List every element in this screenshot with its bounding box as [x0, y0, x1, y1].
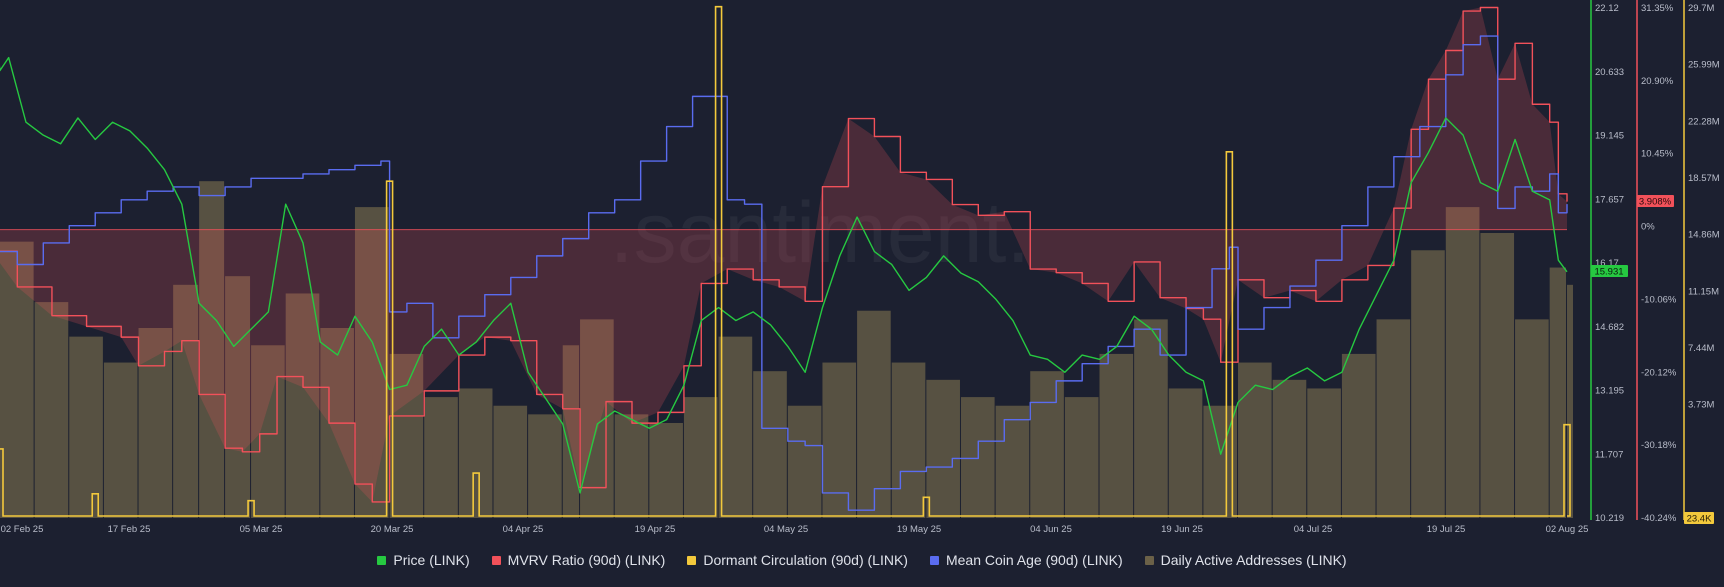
- daa-bar: [528, 414, 562, 518]
- volume-axis-tick-label: 11.15M: [1688, 286, 1719, 297]
- x-tick-label: 04 Jun 25: [1030, 524, 1072, 535]
- x-tick-label: 02 Aug 25: [1546, 524, 1589, 535]
- legend-label-price: Price (LINK): [393, 552, 470, 568]
- legend-item-price[interactable]: Price (LINK): [377, 552, 470, 568]
- legend-item-daa[interactable]: Daily Active Addresses (LINK): [1144, 552, 1347, 568]
- mvrv-axis-tick-label: -40.24%: [1641, 513, 1677, 524]
- legend-label-dormant: Dormant Circulation (90d) (LINK): [703, 552, 908, 568]
- chart: .santiment. 22.12 20.633 19.145 17.657 16.17…: [0, 0, 1724, 582]
- daa-bar: [891, 362, 926, 518]
- legend-label-daa: Daily Active Addresses (LINK): [1160, 552, 1347, 568]
- daa-bar: [1376, 319, 1411, 518]
- volume-axis-tick-label: 29.7M: [1688, 3, 1714, 14]
- x-tick-label: 17 Feb 25: [108, 524, 151, 535]
- daa-bar: [995, 405, 1030, 518]
- daa-bar: [1168, 388, 1203, 518]
- volume-axis-tick-label: 22.28M: [1688, 116, 1720, 127]
- dormant-badge: 23.4K: [1687, 514, 1712, 525]
- price-axis-tick-label: 19.145: [1595, 131, 1624, 142]
- legend-item-coin-age[interactable]: Mean Coin Age (90d) (LINK): [929, 552, 1123, 568]
- daa-bar: [1341, 353, 1376, 518]
- volume-axis-tick-label: 3.73M: [1688, 400, 1714, 411]
- daa-bar: [822, 362, 857, 518]
- x-tick-label: 04 Apr 25: [503, 524, 544, 535]
- daa-bar: [34, 302, 69, 518]
- daa-bar: [1064, 397, 1099, 518]
- daa-bar: [1411, 250, 1445, 519]
- price-badge: 15.931: [1594, 267, 1623, 278]
- daa-bar: [718, 336, 753, 518]
- legend-swatch-price: [377, 555, 387, 565]
- mvrv-axis-tick-label: -30.18%: [1641, 440, 1677, 451]
- legend-item-mvrv[interactable]: MVRV Ratio (90d) (LINK): [491, 552, 666, 568]
- mvrv-axis-tick-label: 10.45%: [1641, 149, 1674, 160]
- daa-bar: [857, 310, 891, 518]
- daa-bar: [1480, 233, 1515, 518]
- x-tick-label: 19 Jul 25: [1427, 524, 1466, 535]
- x-tick-label: 19 Jun 25: [1161, 524, 1203, 535]
- price-axis-tick-label: 22.12: [1595, 3, 1619, 14]
- x-tick-label: 05 Mar 25: [240, 524, 283, 535]
- legend-swatch-coin-age: [929, 555, 939, 565]
- x-tick-label: 04 May 25: [764, 524, 808, 535]
- legend-swatch-daa: [1144, 555, 1154, 565]
- daa-bar: [458, 388, 493, 518]
- volume-axis-tick-label: 18.57M: [1688, 173, 1720, 184]
- daa-bar: [1515, 319, 1549, 518]
- daa-bar: [649, 423, 683, 518]
- daa-bar: [103, 362, 138, 518]
- price-axis-tick-label: 13.195: [1595, 386, 1624, 397]
- volume-axis-tick-label: 14.86M: [1688, 230, 1720, 241]
- daa-bar: [1030, 371, 1064, 518]
- daa-bar: [493, 405, 528, 518]
- price-axis-tick-label: 20.633: [1595, 67, 1624, 78]
- legend-swatch-mvrv: [491, 555, 501, 565]
- mvrv-axis-tick-label: 0%: [1641, 222, 1655, 233]
- x-tick-label: 04 Jul 25: [1294, 524, 1333, 535]
- x-tick-label: 20 Mar 25: [371, 524, 414, 535]
- x-tick-label: 19 Apr 25: [635, 524, 676, 535]
- mvrv-badge: 3.908%: [1639, 197, 1672, 208]
- price-axis-tick-label: 17.657: [1595, 194, 1624, 205]
- daa-bar: [1134, 319, 1168, 518]
- legend-label-coin-age: Mean Coin Age (90d) (LINK): [945, 552, 1123, 568]
- volume-axis-tick-label: 25.99M: [1688, 60, 1720, 71]
- daa-bar: [69, 336, 103, 518]
- mvrv-axis-tick-label: 20.90%: [1641, 76, 1674, 87]
- daa-bar: [683, 397, 718, 518]
- x-tick-label: 02 Feb 25: [1, 524, 44, 535]
- daa-bar: [1307, 388, 1341, 518]
- daa-bar: [1099, 353, 1134, 518]
- chart-svg: .santiment. 22.1220.63319.14517.65716.17…: [0, 0, 1724, 582]
- price-axis-tick-label: 11.707: [1595, 449, 1623, 460]
- daa-bar: [1445, 207, 1480, 518]
- price-axis-tick-label: 10.219: [1595, 513, 1624, 524]
- mvrv-axis-tick-label: -20.12%: [1641, 367, 1677, 378]
- legend-swatch-dormant: [687, 555, 697, 565]
- legend-label-mvrv: MVRV Ratio (90d) (LINK): [507, 552, 666, 568]
- mvrv-axis-tick-label: -10.06%: [1641, 294, 1677, 305]
- daa-bar: [424, 397, 458, 518]
- volume-axis-tick-label: 7.44M: [1688, 343, 1714, 354]
- legend-item-dormant[interactable]: Dormant Circulation (90d) (LINK): [687, 552, 908, 568]
- price-axis-tick-label: 14.682: [1595, 322, 1624, 333]
- daa-bar: [787, 405, 822, 518]
- daa-bar: [753, 371, 787, 518]
- legend: Price (LINK) MVRV Ratio (90d) (LINK) Dor…: [0, 548, 1724, 572]
- x-tick-label: 19 May 25: [897, 524, 941, 535]
- daa-bar: [614, 414, 649, 518]
- daa-bar: [926, 379, 960, 518]
- daa-bar: [1272, 379, 1307, 518]
- mvrv-axis-tick-label: 31.35%: [1641, 3, 1674, 14]
